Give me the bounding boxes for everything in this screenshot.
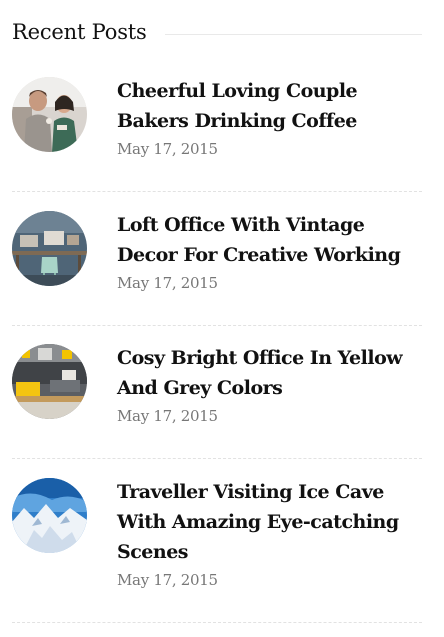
post-thumbnail-couple[interactable] bbox=[12, 77, 87, 152]
post-text: Cosy Bright Office In Yellow And Grey Co… bbox=[117, 343, 422, 425]
post-title-line: Scenes bbox=[117, 541, 188, 563]
widget-header: Recent Posts bbox=[12, 16, 422, 48]
recent-posts-widget: Recent Posts Cheerful Loving Couple Bake… bbox=[0, 0, 444, 637]
post-thumbnail-loft-office[interactable] bbox=[12, 211, 87, 286]
post-date: May 17, 2015 bbox=[117, 407, 218, 425]
post-title-link[interactable]: Cheerful Loving Couple Bakers Drinking C… bbox=[117, 76, 422, 136]
post-title-line: Traveller Visiting Ice Cave bbox=[117, 481, 384, 503]
post-title-link[interactable]: Loft Office With Vintage Decor For Creat… bbox=[117, 210, 422, 270]
post-date: May 17, 2015 bbox=[117, 571, 218, 589]
post-thumbnail-ice-cave[interactable] bbox=[12, 478, 87, 553]
divider bbox=[12, 622, 422, 623]
post-text: Loft Office With Vintage Decor For Creat… bbox=[117, 210, 422, 292]
post-text: Traveller Visiting Ice Cave With Amazing… bbox=[117, 477, 422, 589]
post-title-link[interactable]: Traveller Visiting Ice Cave With Amazing… bbox=[117, 477, 422, 567]
post-date: May 17, 2015 bbox=[117, 274, 218, 292]
divider bbox=[12, 325, 422, 326]
post-title-line: Decor For Creative Working bbox=[117, 244, 401, 266]
post-title-link[interactable]: Cosy Bright Office In Yellow And Grey Co… bbox=[117, 343, 422, 403]
post-title-line: Bakers Drinking Coffee bbox=[117, 110, 357, 132]
widget-title: Recent Posts bbox=[12, 20, 147, 44]
post-title-line: Loft Office With Vintage bbox=[117, 214, 365, 236]
title-rule bbox=[164, 33, 422, 35]
divider bbox=[12, 191, 422, 192]
post-title-line: With Amazing Eye-catching bbox=[117, 511, 399, 533]
post-title-line: And Grey Colors bbox=[117, 377, 283, 399]
post-date: May 17, 2015 bbox=[117, 140, 218, 158]
post-text: Cheerful Loving Couple Bakers Drinking C… bbox=[117, 76, 422, 158]
post-title-line: Cheerful Loving Couple bbox=[117, 80, 358, 102]
divider bbox=[12, 458, 422, 459]
post-title-line: Cosy Bright Office In Yellow bbox=[117, 347, 403, 369]
post-thumbnail-yellow-office[interactable] bbox=[12, 344, 87, 419]
